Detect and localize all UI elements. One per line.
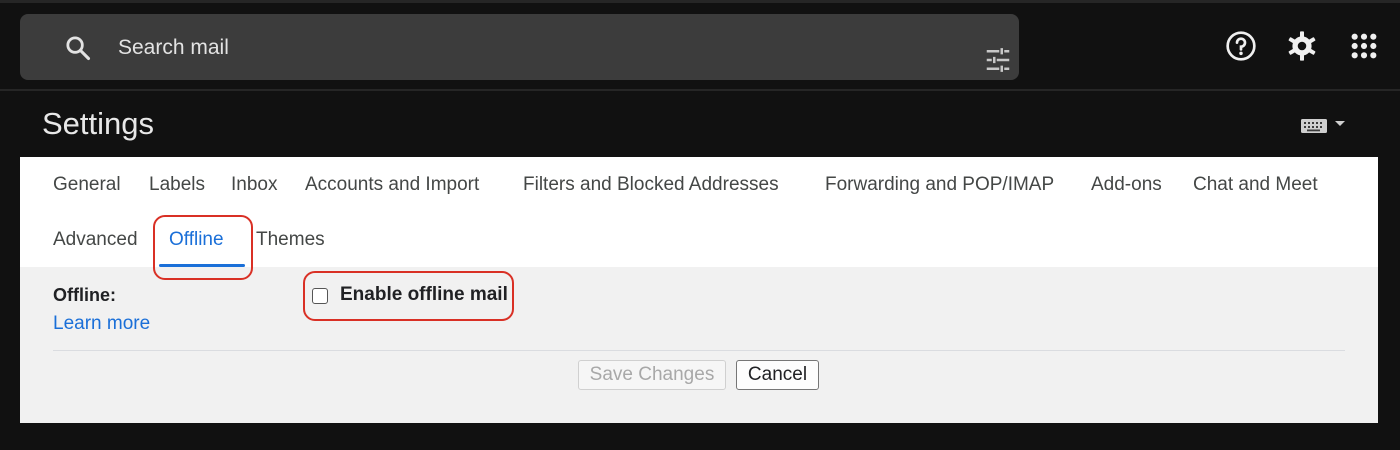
search-bar[interactable]: Search mail [20,14,1019,80]
tab-inbox[interactable]: Inbox [231,174,277,196]
apps-grid-icon[interactable] [1348,30,1380,62]
tune-icon[interactable] [982,45,1014,75]
search-icon[interactable] [64,34,92,62]
search-input[interactable]: Search mail [118,36,229,60]
tab-general[interactable]: General [53,174,121,196]
tab-accounts-and-import[interactable]: Accounts and Import [305,174,479,196]
save-changes-button[interactable]: Save Changes [578,360,726,390]
settings-panel: General Labels Inbox Accounts and Import… [20,157,1378,423]
tab-filters-and-blocked-addresses[interactable]: Filters and Blocked Addresses [523,174,779,196]
offline-section-label: Offline: [53,285,116,305]
tab-forwarding-pop-imap[interactable]: Forwarding and POP/IMAP [825,174,1054,196]
cancel-button[interactable]: Cancel [736,360,819,390]
header-divider [0,89,1400,91]
section-divider [53,350,1345,351]
settings-gear-icon[interactable] [1286,30,1318,62]
tab-advanced[interactable]: Advanced [53,229,138,251]
keyboard-icon[interactable] [1300,116,1348,136]
highlight-box-checkbox [303,271,514,321]
page-title: Settings [42,106,155,141]
tab-themes[interactable]: Themes [256,229,325,251]
top-strip [0,0,1400,3]
tab-add-ons[interactable]: Add-ons [1091,174,1162,196]
offline-settings-section [20,267,1378,423]
tab-chat-and-meet[interactable]: Chat and Meet [1193,174,1318,196]
learn-more-link[interactable]: Learn more [53,313,150,335]
help-icon[interactable] [1225,30,1257,62]
highlight-box-offline-tab [153,215,253,280]
tab-labels[interactable]: Labels [149,174,205,196]
